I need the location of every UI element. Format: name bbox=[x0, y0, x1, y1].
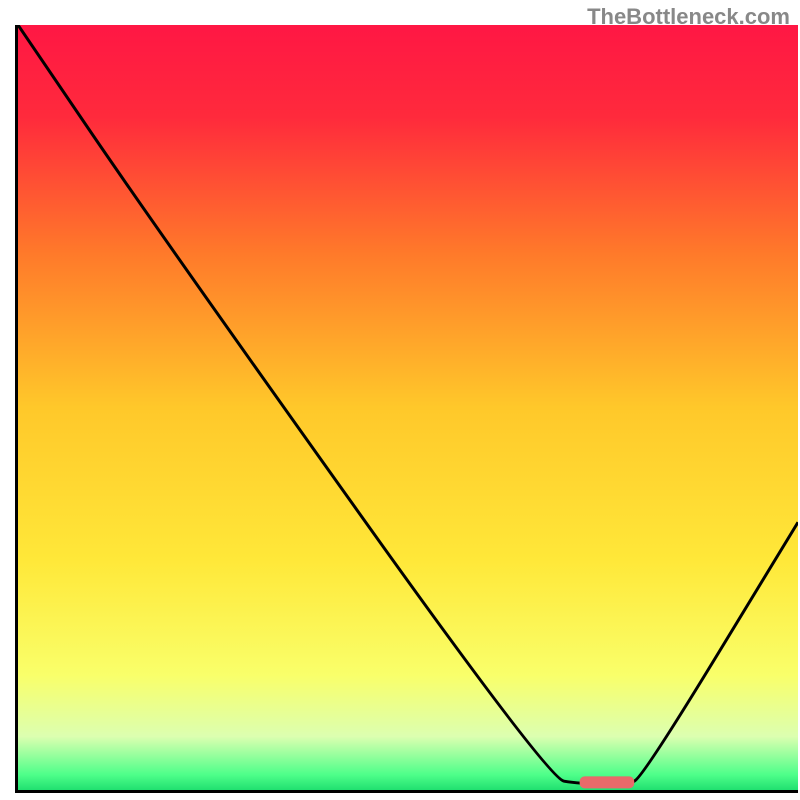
chart-svg bbox=[18, 25, 798, 790]
optimal-range-marker bbox=[580, 776, 635, 788]
gradient-background bbox=[18, 25, 798, 790]
watermark-text: TheBottleneck.com bbox=[587, 4, 790, 30]
chart-plot-area bbox=[15, 25, 798, 793]
